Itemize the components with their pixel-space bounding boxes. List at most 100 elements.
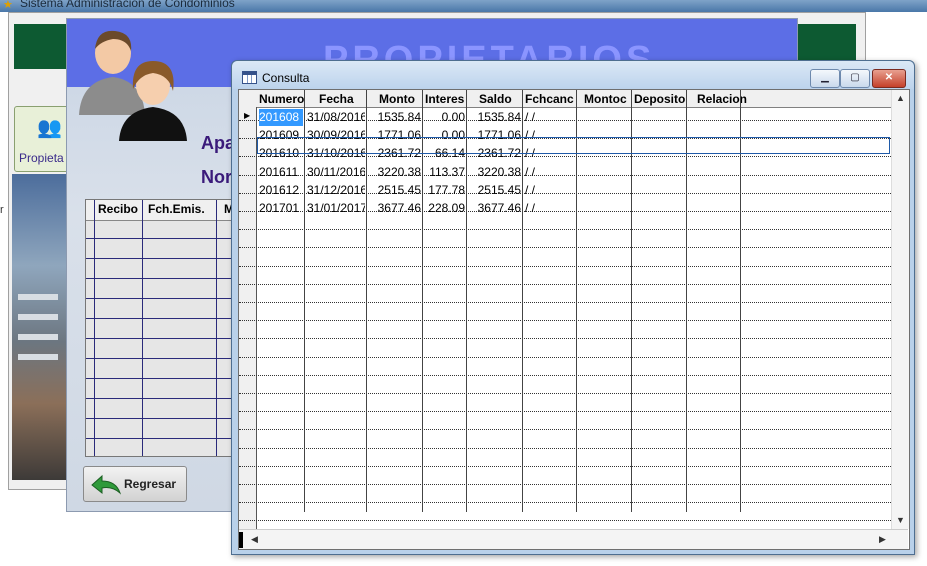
background-building-image: [12, 174, 66, 480]
name-label: Nor: [201, 167, 232, 187]
maximize-button[interactable]: ▢: [840, 69, 870, 88]
grid-column-line: [740, 90, 741, 512]
column-header-montoc[interactable]: Montoc: [584, 92, 627, 106]
grid-row-line: [239, 448, 891, 449]
cell-saldo[interactable]: 3220.38: [469, 164, 521, 181]
users-icon: 👥: [37, 117, 62, 139]
cell-monto[interactable]: 1535.84: [369, 109, 421, 126]
cell-fecha[interactable]: 30/09/2016: [307, 127, 365, 144]
cell-fchcanc[interactable]: / /: [525, 164, 575, 181]
grid-row-line: [239, 357, 891, 358]
cell-numero[interactable]: 201612: [259, 182, 303, 199]
cell-interes[interactable]: 113.37: [425, 164, 465, 181]
grid-row-line: [239, 484, 891, 485]
receipts-grid[interactable]: Recibo Fch.Emis. M: [85, 199, 237, 457]
grid-column-line: [686, 90, 687, 512]
column-header-monto[interactable]: Monto: [379, 92, 415, 106]
propietarios-tab-button[interactable]: 👥 Propieta: [14, 106, 74, 172]
cell-fchcanc[interactable]: / /: [525, 200, 575, 217]
grid-row-line: [239, 320, 891, 321]
cell-saldo[interactable]: 1535.84: [469, 109, 521, 126]
cell-saldo[interactable]: 1771.06: [469, 127, 521, 144]
consulta-title: Consulta: [262, 71, 310, 85]
grid-row-line: [239, 520, 891, 521]
receipts-grid-header: Recibo Fch.Emis. M: [86, 200, 236, 221]
column-header-fecha[interactable]: Fecha: [319, 92, 354, 106]
grid-row-line: [239, 466, 891, 467]
col-fch-emis: Fch.Emis.: [148, 202, 205, 216]
horizontal-scrollbar[interactable]: ◀ ▶: [239, 529, 908, 549]
column-header-fchcanc[interactable]: Fchcanc: [525, 92, 574, 106]
scroll-left-icon[interactable]: ◀: [251, 534, 258, 545]
apartment-label: Apa: [201, 133, 236, 153]
grid-column-line: [522, 90, 523, 512]
edge-label: r: [0, 204, 4, 216]
grid-column-line: [576, 90, 577, 512]
column-header-saldo[interactable]: Saldo: [479, 92, 512, 106]
table-icon: [242, 71, 257, 84]
cell-fecha[interactable]: 31/08/2016: [307, 109, 365, 126]
grid-header-row: Numero Fecha Monto Interes Saldo Fchcanc Monto…: [239, 90, 891, 108]
cell-fchcanc[interactable]: / /: [525, 109, 575, 126]
grid-row-line: [239, 229, 891, 230]
propietarios-tab-label: Propieta: [19, 151, 64, 165]
cell-fecha[interactable]: 31/01/2017: [307, 200, 365, 217]
column-header-deposito[interactable]: Deposito: [634, 92, 685, 106]
col-recibo: Recibo: [98, 202, 139, 216]
cell-numero[interactable]: 201611: [259, 164, 303, 181]
grid-column-line: [466, 90, 467, 512]
cell-monto[interactable]: 2515.45: [369, 182, 421, 199]
back-arrow-icon: [91, 474, 122, 495]
cell-fecha[interactable]: 30/11/2016: [307, 164, 365, 181]
grid-row-line: [239, 302, 891, 303]
cell-numero[interactable]: 201610: [259, 145, 303, 162]
app-star-icon: ★: [3, 0, 13, 11]
consulta-titlebar[interactable]: Consulta ▁ ▢ ✕: [232, 61, 914, 89]
grid-row-line: [239, 411, 891, 412]
regresar-label: Regresar: [124, 477, 177, 491]
consulta-grid[interactable]: Numero Fecha Monto Interes Saldo Fchcanc Monto…: [238, 89, 910, 550]
cell-fchcanc[interactable]: / /: [525, 182, 575, 199]
grid-column-line: [422, 90, 423, 512]
cell-interes[interactable]: 0.00: [425, 127, 465, 144]
scroll-right-icon[interactable]: ▶: [879, 534, 886, 545]
cell-saldo[interactable]: 3677.46: [469, 200, 521, 217]
grid-row-line: [239, 393, 891, 394]
cell-saldo[interactable]: 2515.45: [469, 182, 521, 199]
cell-interes[interactable]: 0.00: [425, 109, 465, 126]
people-icon: [79, 30, 187, 141]
cell-monto[interactable]: 3677.46: [369, 200, 421, 217]
grid-row-line: [239, 375, 891, 376]
vertical-scrollbar[interactable]: ▲ ▼: [891, 90, 909, 529]
grid-row-line: [239, 502, 891, 503]
regresar-button[interactable]: Regresar: [83, 466, 187, 502]
column-header-interes[interactable]: Interes: [425, 92, 464, 106]
cell-numero[interactable]: 201701: [259, 200, 303, 217]
cell-interes[interactable]: 66.14: [425, 145, 465, 162]
cell-interes[interactable]: 228.09: [425, 200, 465, 217]
grid-row-line: [239, 284, 891, 285]
main-window-titlebar: ★ Sistema Administración de Condominios: [0, 0, 927, 12]
current-row-indicator-icon: ▶: [244, 111, 251, 120]
cell-fchcanc[interactable]: / /: [525, 145, 575, 162]
column-header-numero[interactable]: Numero: [259, 92, 304, 106]
scroll-up-icon[interactable]: ▲: [896, 93, 905, 103]
minimize-button[interactable]: ▁: [810, 69, 840, 88]
cell-saldo[interactable]: 2361.72: [469, 145, 521, 162]
grid-column-line: [366, 90, 367, 512]
cell-monto[interactable]: 3220.38: [369, 164, 421, 181]
grid-column-line: [304, 90, 305, 512]
consulta-window: Consulta ▁ ▢ ✕ Numero Fecha Monto Interes Sa…: [231, 60, 915, 555]
scroll-position-marker: [239, 532, 243, 548]
cell-interes[interactable]: 177.78: [425, 182, 465, 199]
cell-numero[interactable]: 201609: [259, 127, 303, 144]
scroll-down-icon[interactable]: ▼: [896, 515, 905, 525]
cell-fecha[interactable]: 31/12/2016: [307, 182, 365, 199]
close-button[interactable]: ✕: [872, 69, 906, 88]
cell-monto[interactable]: 2361.72: [369, 145, 421, 162]
cell-monto[interactable]: 1771.06: [369, 127, 421, 144]
cell-fchcanc[interactable]: / /: [525, 127, 575, 144]
main-header-band-right: [800, 24, 856, 58]
cell-fecha[interactable]: 31/10/2016: [307, 145, 365, 162]
cell-numero[interactable]: 201608: [259, 109, 303, 126]
